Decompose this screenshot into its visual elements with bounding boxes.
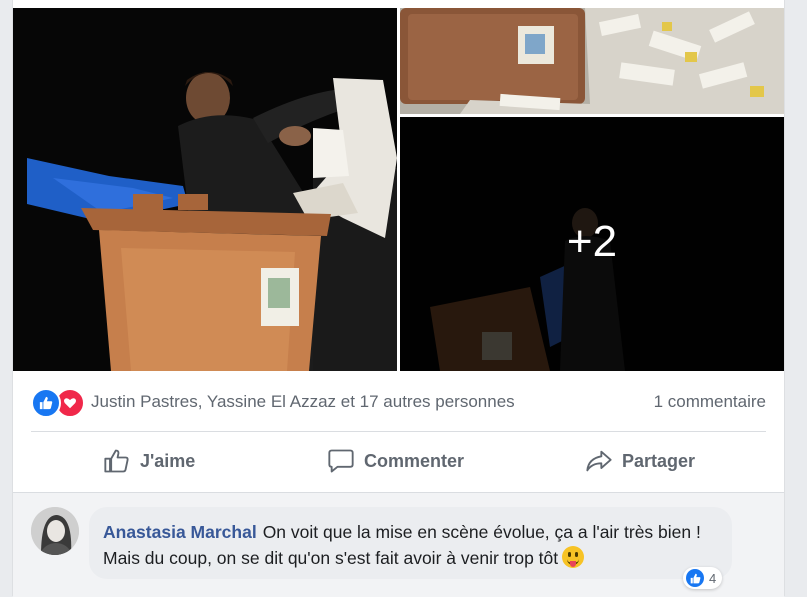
photo-2-image bbox=[400, 8, 784, 114]
comment-bubble-icon bbox=[328, 449, 354, 473]
comment-count-link[interactable]: 1 commentaire bbox=[654, 392, 766, 412]
comment-like-badge[interactable]: 4 bbox=[683, 567, 723, 589]
post-photo-3[interactable]: +2 bbox=[400, 117, 784, 371]
comment-bubble: Anastasia Marchal On voit que la mise en … bbox=[89, 507, 732, 579]
share-button-label: Partager bbox=[622, 450, 696, 471]
share-button[interactable]: Partager bbox=[585, 432, 695, 490]
comment-button[interactable]: Commenter bbox=[327, 432, 464, 490]
thumbs-up-icon bbox=[104, 449, 129, 473]
avatar-photo bbox=[31, 507, 79, 555]
reaction-icons[interactable] bbox=[31, 388, 87, 418]
share-arrow-icon bbox=[586, 450, 612, 472]
post-card: +2 Justin Pastres, Yassine El Azzaz et 1… bbox=[12, 0, 785, 597]
post-photo-2[interactable] bbox=[400, 8, 784, 114]
reaction-names-link[interactable]: Justin Pastres, Yassine El Azzaz et 17 a… bbox=[91, 392, 515, 412]
like-button-label: J'aime bbox=[140, 450, 196, 471]
comments-section: Anastasia Marchal On voit que la mise en … bbox=[13, 492, 784, 597]
comment-button-label: Commenter bbox=[364, 450, 465, 471]
reactions-summary: Justin Pastres, Yassine El Azzaz et 17 a… bbox=[31, 386, 766, 418]
post-photo-main[interactable] bbox=[13, 8, 397, 371]
comment-like-count: 4 bbox=[709, 570, 717, 586]
like-button[interactable]: J'aime bbox=[103, 432, 195, 490]
like-mini-icon bbox=[686, 569, 704, 587]
more-photos-overlay[interactable]: +2 bbox=[400, 117, 784, 371]
comment-author-link[interactable]: Anastasia Marchal bbox=[103, 522, 257, 542]
post-actions: J'aime Commenter Partager bbox=[31, 432, 766, 490]
commenter-avatar[interactable] bbox=[31, 507, 79, 555]
stuck-out-tongue-emoji-icon bbox=[562, 546, 585, 568]
like-reaction-icon bbox=[31, 388, 61, 418]
photo-main-image bbox=[13, 8, 397, 371]
